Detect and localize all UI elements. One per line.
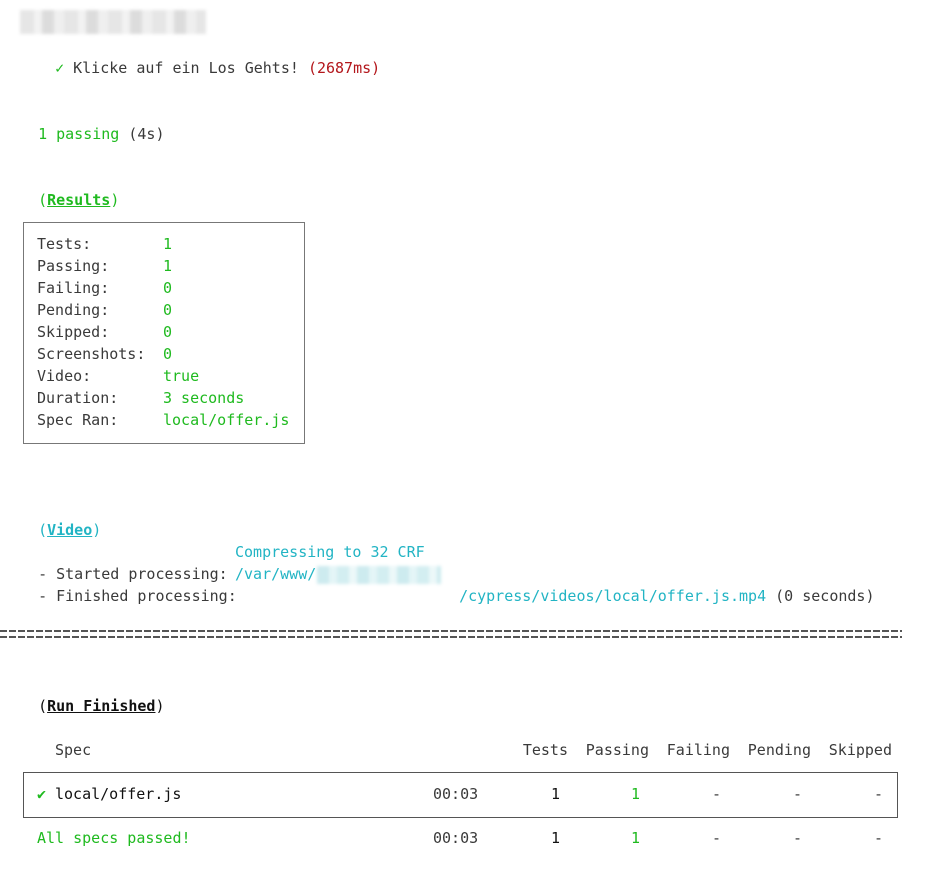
total-label: All specs passed! xyxy=(37,829,191,847)
results-value: 0 xyxy=(163,279,173,297)
total-pending: - xyxy=(792,829,802,847)
video-path-rest: /cypress/videos/local/offer.js.mp4 (0 se… xyxy=(441,563,874,605)
results-value: 0 xyxy=(163,301,173,319)
test-title: Klicke auf ein Los Gehts! xyxy=(73,59,299,77)
redacted-path-segment xyxy=(317,566,441,584)
redacted-suite-title xyxy=(20,10,206,34)
video-finished-line: - Finished processing: xyxy=(20,563,237,605)
total-failing: - xyxy=(711,829,721,847)
passing-summary: 1 passing (4s) xyxy=(20,101,164,143)
col-header-failing: Failing xyxy=(666,741,730,759)
check-icon: ✓ xyxy=(55,59,65,77)
results-label: Spec Ran: xyxy=(37,411,119,429)
results-label: Duration: xyxy=(37,389,119,407)
spec-skipped: - xyxy=(873,785,883,803)
spec-tests: 1 xyxy=(550,785,560,803)
finished-label: - Finished processing: xyxy=(38,587,237,605)
results-heading: (Results) xyxy=(38,191,120,209)
total-tests: 1 xyxy=(550,829,560,847)
results-label: Failing: xyxy=(37,279,110,297)
results-value: 1 xyxy=(163,235,173,253)
video-started-line: - Started processing: xyxy=(20,541,228,583)
results-title: Results xyxy=(47,191,111,209)
col-header-skipped: Skipped xyxy=(828,741,892,759)
results-value: 1 xyxy=(163,257,173,275)
results-label: Video: xyxy=(37,367,92,385)
spec-time: 00:03 xyxy=(433,785,479,803)
results-value: 0 xyxy=(163,345,173,363)
passing-count: 1 passing xyxy=(38,125,120,143)
results-label: Skipped: xyxy=(37,323,110,341)
video-path-suffix: /cypress/videos/local/offer.js.mp4 xyxy=(459,587,767,605)
col-header-passing: Passing xyxy=(585,741,649,759)
results-label: Tests: xyxy=(37,235,92,253)
run-finished-title: Run Finished xyxy=(47,697,156,715)
video-finished-time: (0 seconds) xyxy=(775,587,875,605)
col-header-pending: Pending xyxy=(747,741,811,759)
total-skipped: - xyxy=(873,829,883,847)
video-started-value: Compressing to 32 CRF xyxy=(235,543,425,561)
spec-pending: - xyxy=(792,785,802,803)
results-value: 0 xyxy=(163,323,173,341)
spec-passing: 1 xyxy=(630,785,640,803)
col-header-tests: Tests xyxy=(522,741,568,759)
results-label: Passing: xyxy=(37,257,110,275)
video-path-prefix: /var/www/ xyxy=(235,565,317,583)
spec-name: local/offer.js xyxy=(55,785,182,803)
video-heading: (Video) xyxy=(38,521,102,539)
run-finished-heading: (Run Finished) xyxy=(38,697,165,715)
results-label: Pending: xyxy=(37,301,110,319)
results-value: local/offer.js xyxy=(163,411,290,429)
divider-rule xyxy=(0,630,902,642)
passing-time: (4s) xyxy=(128,125,165,143)
col-header-spec: Spec xyxy=(55,741,92,759)
total-time: 00:03 xyxy=(433,829,479,847)
results-label: Screenshots: xyxy=(37,345,146,363)
spec-check-icon: ✔ xyxy=(37,785,47,803)
results-value: true xyxy=(163,367,200,385)
video-title: Video xyxy=(47,521,93,539)
results-value: 3 seconds xyxy=(163,389,245,407)
test-line: ✓ Klicke auf ein Los Gehts! (2687ms) xyxy=(37,35,380,77)
total-passing: 1 xyxy=(630,829,640,847)
test-duration: (2687ms) xyxy=(307,59,381,77)
spec-failing: - xyxy=(711,785,721,803)
